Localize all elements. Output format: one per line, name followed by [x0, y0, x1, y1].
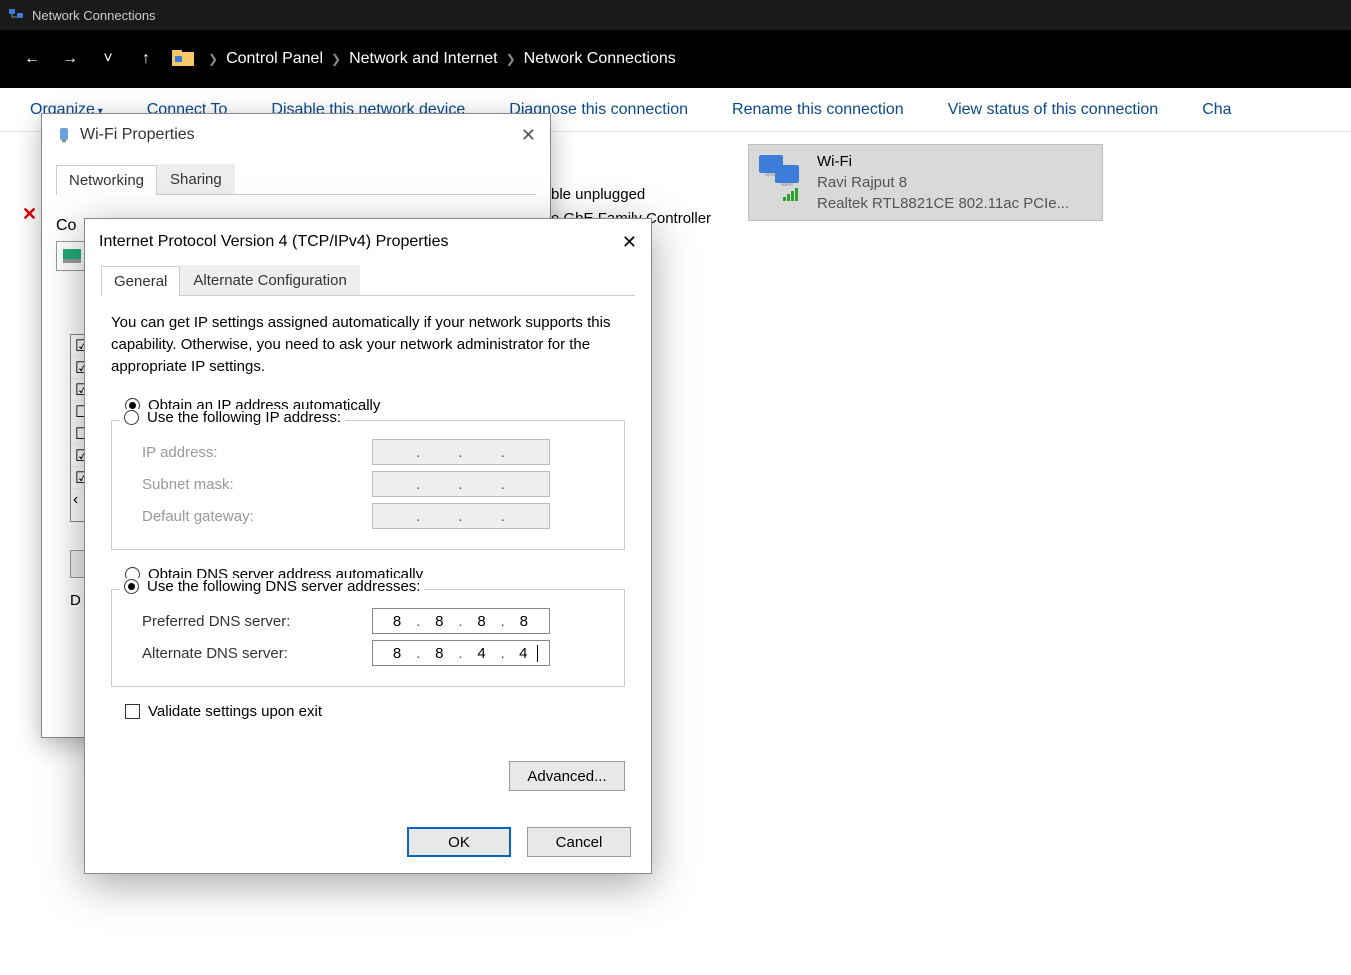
tab-networking[interactable]: Networking [56, 165, 157, 195]
nav-up-button[interactable]: ↑ [134, 50, 158, 68]
breadcrumb-network-connections[interactable]: Network Connections [524, 50, 676, 68]
explorer-navbar: ← → ˅ ↑ ❯ Control Panel ❯ Network and In… [0, 30, 1351, 88]
alternate-dns-label: Alternate DNS server: [142, 645, 372, 662]
ipv4-properties-dialog: Internet Protocol Version 4 (TCP/IPv4) P… [84, 218, 652, 874]
radio-dns-manual-label: Use the following DNS server addresses: [147, 578, 420, 595]
wifi-properties-titlebar[interactable]: Wi-Fi Properties ✕ [42, 114, 550, 156]
wifi-tabstrip: Networking Sharing [56, 164, 536, 195]
radio-ip-manual[interactable]: Use the following IP address: [120, 409, 345, 426]
ip-manual-group: Use the following IP address: IP address… [111, 420, 625, 550]
tab-general[interactable]: General [101, 266, 180, 296]
app-icon [8, 7, 24, 23]
adapter-wifi-device: Realtek RTL8821CE 802.11ac PCIe... [817, 193, 1069, 214]
radio-ip-manual-label: Use the following IP address: [147, 409, 341, 426]
radio-dns-manual[interactable]: Use the following DNS server addresses: [120, 578, 424, 595]
location-icon [172, 50, 194, 68]
nav-back-button[interactable]: ← [20, 50, 44, 68]
ip-address-label: IP address: [142, 444, 372, 461]
wifi-properties-close-button[interactable]: ✕ [521, 125, 536, 146]
ipv4-titlebar[interactable]: Internet Protocol Version 4 (TCP/IPv4) P… [85, 219, 651, 265]
preferred-dns-input[interactable]: 8. 8. 8. 8 [372, 608, 550, 634]
advanced-button[interactable]: Advanced... [509, 761, 625, 791]
tab-alternate-config[interactable]: Alternate Configuration [180, 265, 359, 295]
window-titlebar: Network Connections [0, 0, 1351, 30]
window-title: Network Connections [32, 8, 156, 23]
breadcrumb-network-internet[interactable]: Network and Internet [349, 50, 498, 68]
ethernet-status-fragment: ble unplugged [551, 186, 645, 203]
radio-icon [124, 579, 139, 594]
default-gateway-input: ... [372, 503, 550, 529]
change-settings-button-truncated[interactable]: Cha [1202, 101, 1231, 119]
alternate-dns-input[interactable]: 8. 8. 4. 4 [372, 640, 550, 666]
dns-manual-group: Use the following DNS server addresses: … [111, 589, 625, 687]
radio-icon [124, 410, 139, 425]
validate-label: Validate settings upon exit [148, 703, 322, 720]
subnet-mask-label: Subnet mask: [142, 476, 372, 493]
breadcrumb-sep-icon: ❯ [208, 52, 218, 66]
wifi-properties-title: Wi-Fi Properties [80, 126, 195, 144]
default-gateway-label: Default gateway: [142, 508, 372, 525]
nic-icon [63, 249, 81, 263]
cancel-button[interactable]: Cancel [527, 827, 631, 857]
ipv4-title-text: Internet Protocol Version 4 (TCP/IPv4) P… [99, 233, 448, 251]
ipv4-close-button[interactable]: ✕ [622, 232, 637, 253]
ok-button[interactable]: OK [407, 827, 511, 857]
adapter-wifi-icon [757, 151, 805, 199]
tab-sharing[interactable]: Sharing [157, 164, 235, 194]
breadcrumb-sep-icon: ❯ [331, 52, 341, 66]
validate-checkbox[interactable]: Validate settings upon exit [125, 703, 625, 720]
content-area: ble unplugged e GbE Family Controller ✕ … [0, 132, 1351, 975]
ipv4-tabstrip: General Alternate Configuration [101, 265, 635, 296]
nav-forward-button[interactable]: → [58, 50, 82, 68]
adapter-wifi-ssid: Ravi Rajput 8 [817, 172, 1069, 193]
ipv4-description: You can get IP settings assigned automat… [111, 312, 625, 377]
wifi-properties-icon [56, 127, 72, 143]
checkbox-icon [125, 704, 140, 719]
breadcrumb-control-panel[interactable]: Control Panel [226, 50, 323, 68]
adapter-wifi-name: Wi-Fi [817, 151, 1069, 172]
breadcrumb-sep-icon: ❯ [506, 52, 516, 66]
preferred-dns-label: Preferred DNS server: [142, 613, 372, 630]
adapter-wifi[interactable]: Wi-Fi Ravi Rajput 8 Realtek RTL8821CE 80… [748, 144, 1103, 221]
ethernet-disconnected-icon: ✕ [22, 204, 37, 225]
rename-button[interactable]: Rename this connection [732, 101, 904, 119]
ip-address-input: ... [372, 439, 550, 465]
view-status-button[interactable]: View status of this connection [948, 101, 1159, 119]
description-label-fragment: D [70, 592, 81, 609]
subnet-mask-input: ... [372, 471, 550, 497]
nav-recent-button[interactable]: ˅ [96, 50, 120, 68]
